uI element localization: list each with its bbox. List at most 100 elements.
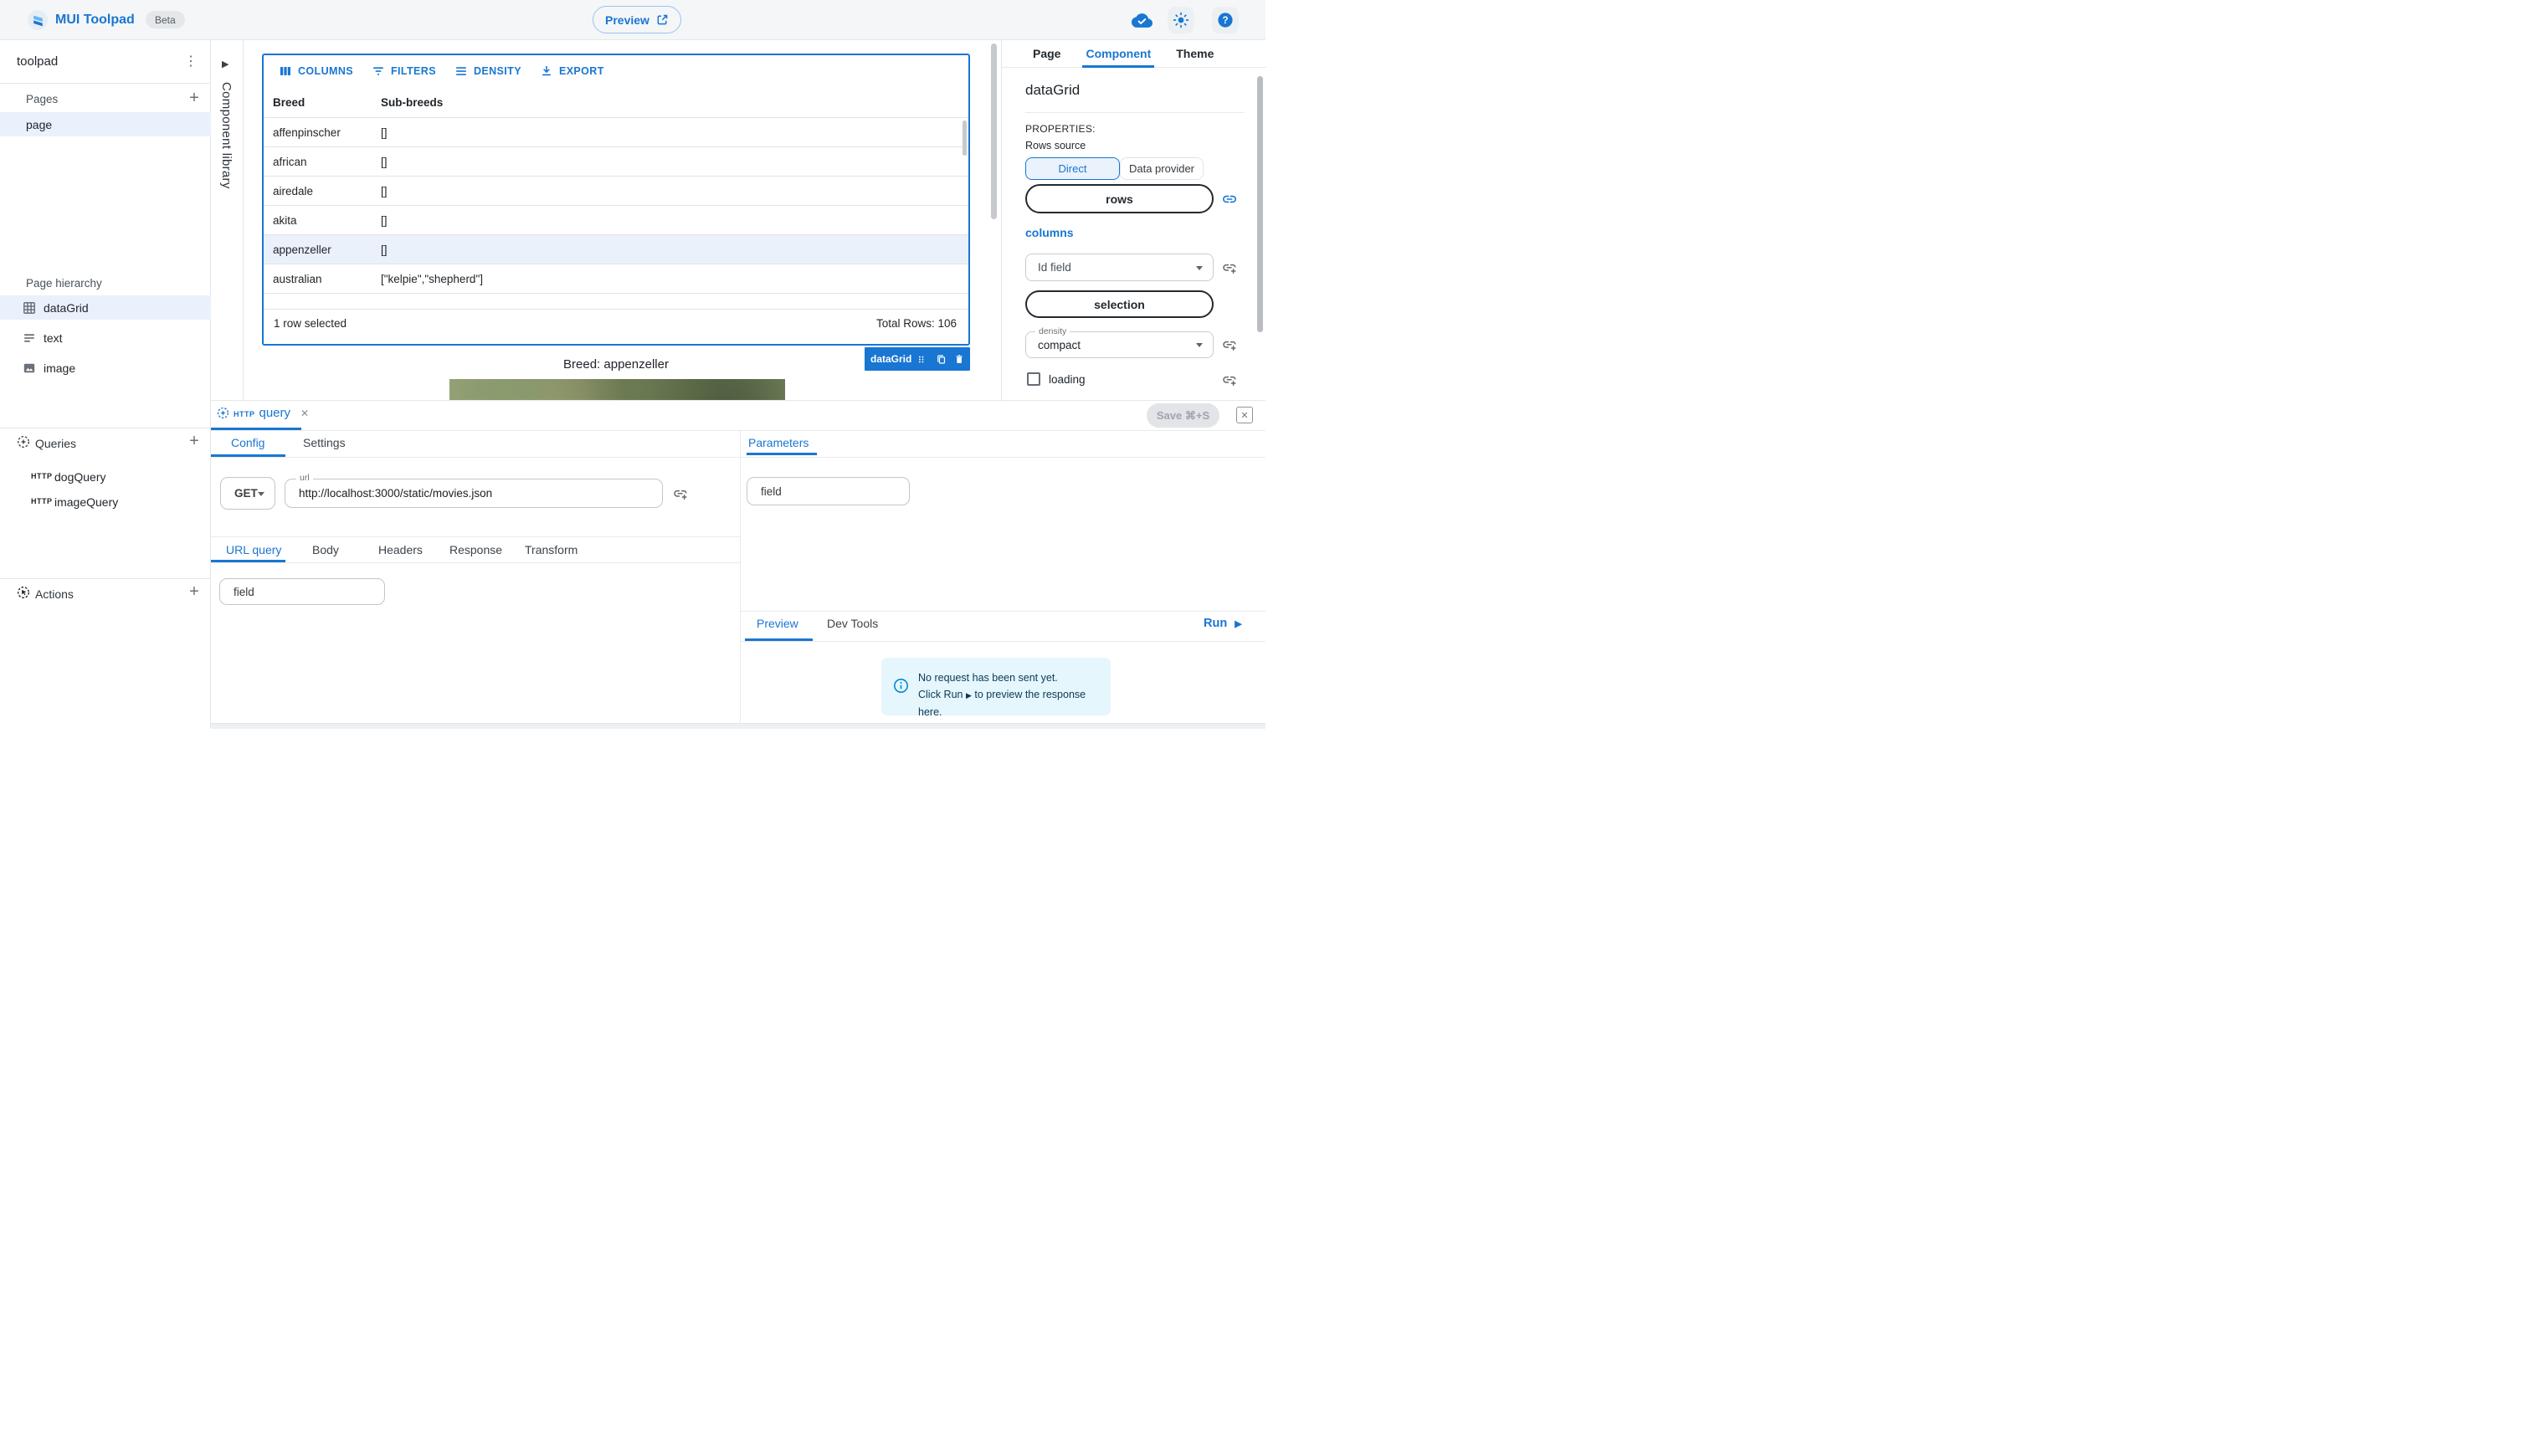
url-input[interactable]: http://localhost:3000/static/movies.json: [285, 479, 663, 508]
cell-subbreeds: ["kelpie","shepherd"]: [381, 273, 968, 285]
tab-transform[interactable]: Transform: [525, 543, 578, 556]
tab-theme[interactable]: Theme: [1176, 40, 1214, 68]
theme-toggle-button[interactable]: [1168, 7, 1194, 33]
add-binding-icon[interactable]: [673, 486, 688, 501]
actions-section-label: Actions: [35, 587, 74, 601]
rows-source-label: Rows source: [1025, 140, 1086, 151]
hierarchy-item-text[interactable]: text: [0, 326, 211, 350]
columns-button-label: COLUMNS: [298, 65, 353, 77]
datagrid-scrollbar[interactable]: [963, 120, 967, 156]
mui-logo: [28, 10, 48, 30]
url-value: http://localhost:3000/static/movies.json: [299, 487, 492, 500]
column-header-subbreeds[interactable]: Sub-breeds: [381, 96, 968, 109]
close-panel-button[interactable]: ✕: [1236, 407, 1253, 423]
canvas-scrollbar[interactable]: [991, 44, 997, 219]
tab-headers[interactable]: Headers: [378, 543, 423, 556]
preview-button-label: Preview: [605, 13, 649, 27]
hierarchy-item-label: text: [44, 331, 63, 345]
grid-icon: [23, 301, 36, 315]
parameters-field-input[interactable]: field: [747, 477, 910, 505]
density-button[interactable]: DENSITY: [445, 64, 531, 78]
play-icon: ▶: [1235, 618, 1241, 629]
image-component[interactable]: [449, 379, 785, 400]
columns-button[interactable]: COLUMNS: [270, 64, 362, 78]
method-value: GET: [234, 487, 258, 500]
tab-response[interactable]: Response: [449, 543, 502, 556]
help-button[interactable]: ?: [1212, 7, 1239, 33]
save-button[interactable]: Save ⌘+S: [1147, 403, 1219, 428]
chevron-down-icon: [258, 492, 264, 496]
field-value: field: [234, 586, 254, 598]
hierarchy-item-label: image: [44, 361, 75, 375]
tab-config[interactable]: Config: [231, 436, 264, 449]
sidebar-item-page[interactable]: page: [0, 112, 211, 136]
density-value: compact: [1038, 339, 1081, 351]
preview-button[interactable]: Preview: [593, 6, 681, 33]
explorer-sidebar: toolpad ⋮ Pages + page Page hierarchy da…: [0, 40, 211, 728]
tab-preview[interactable]: Preview: [757, 617, 798, 630]
column-header-breed[interactable]: Breed: [264, 96, 381, 109]
add-binding-icon[interactable]: [1222, 372, 1237, 387]
component-library-strip[interactable]: ▶ Component library: [211, 40, 244, 400]
dock-footer-strip: [211, 723, 1266, 729]
deploy-status[interactable]: [1132, 12, 1153, 33]
add-binding-icon[interactable]: [1222, 337, 1237, 352]
method-select[interactable]: GET: [220, 477, 275, 510]
selection-property-button[interactable]: selection: [1025, 290, 1214, 318]
columns-icon: [279, 64, 292, 78]
filters-button-label: FILTERS: [391, 65, 436, 77]
hierarchy-item-datagrid[interactable]: dataGrid: [0, 295, 211, 320]
datagrid-component[interactable]: COLUMNS FILTERS DENSITY: [262, 54, 970, 346]
export-button[interactable]: EXPORT: [531, 64, 613, 78]
cell-breed: airedale: [264, 185, 381, 197]
cell-subbreeds: []: [381, 156, 968, 168]
inspector-scrollbar[interactable]: [1257, 76, 1263, 332]
add-action-button[interactable]: +: [186, 584, 203, 601]
filters-button[interactable]: FILTERS: [362, 64, 445, 78]
text-component[interactable]: Breed: appenzeller: [262, 357, 970, 372]
rows-source-direct-button[interactable]: Direct: [1025, 157, 1120, 180]
table-row[interactable]: airedale []: [264, 177, 968, 206]
id-field-value: Id field: [1038, 261, 1071, 274]
hierarchy-item-label: dataGrid: [44, 301, 89, 315]
add-query-button[interactable]: +: [186, 433, 203, 450]
tab-page[interactable]: Page: [1033, 40, 1060, 68]
alert-line1: No request has been sent yet.: [918, 669, 1111, 686]
table-row[interactable]: australian ["kelpie","shepherd"]: [264, 264, 968, 294]
tab-component[interactable]: Component: [1086, 40, 1151, 68]
url-query-field-input[interactable]: field: [219, 578, 385, 605]
query-tab-method: HTTP: [234, 410, 255, 418]
tab-parameters[interactable]: Parameters: [748, 436, 809, 449]
loading-label: loading: [1049, 373, 1086, 386]
tab-devtools[interactable]: Dev Tools: [827, 617, 878, 630]
add-page-button[interactable]: +: [186, 90, 203, 107]
rows-source-dataprovider-button[interactable]: Data provider: [1120, 157, 1204, 180]
binding-link-icon[interactable]: [1222, 192, 1237, 207]
run-button[interactable]: Run ▶: [1204, 617, 1242, 630]
query-editor-tab[interactable]: HTTP query ✕: [217, 406, 309, 420]
table-row[interactable]: african []: [264, 147, 968, 177]
add-binding-icon[interactable]: [1222, 260, 1237, 275]
close-query-tab-icon[interactable]: ✕: [300, 408, 309, 419]
tab-body[interactable]: Body: [312, 543, 339, 556]
rows-selected-status: 1 row selected: [274, 317, 347, 344]
tab-url-query[interactable]: URL query: [226, 543, 281, 556]
filter-icon: [372, 64, 385, 78]
cell-breed: appenzeller: [264, 244, 381, 256]
table-row-selected[interactable]: appenzeller []: [264, 235, 968, 264]
query-item-imagequery[interactable]: HTTP imageQuery: [0, 490, 211, 514]
rows-property-button[interactable]: rows: [1025, 184, 1214, 213]
hierarchy-item-image[interactable]: image: [0, 356, 211, 380]
query-item-dogquery[interactable]: HTTP dogQuery: [0, 464, 211, 489]
expand-library-icon[interactable]: ▶: [222, 59, 228, 69]
tab-settings[interactable]: Settings: [303, 436, 346, 449]
density-button-label: DENSITY: [474, 65, 521, 77]
id-field-select[interactable]: Id field: [1025, 254, 1214, 281]
table-row[interactable]: affenpinscher []: [264, 118, 968, 147]
columns-property-link[interactable]: columns: [1025, 226, 1074, 239]
cell-breed: affenpinscher: [264, 126, 381, 139]
cell-subbreeds: []: [381, 214, 968, 227]
loading-checkbox[interactable]: [1027, 372, 1040, 386]
project-menu-button[interactable]: ⋮: [184, 53, 198, 69]
table-row[interactable]: akita []: [264, 206, 968, 235]
